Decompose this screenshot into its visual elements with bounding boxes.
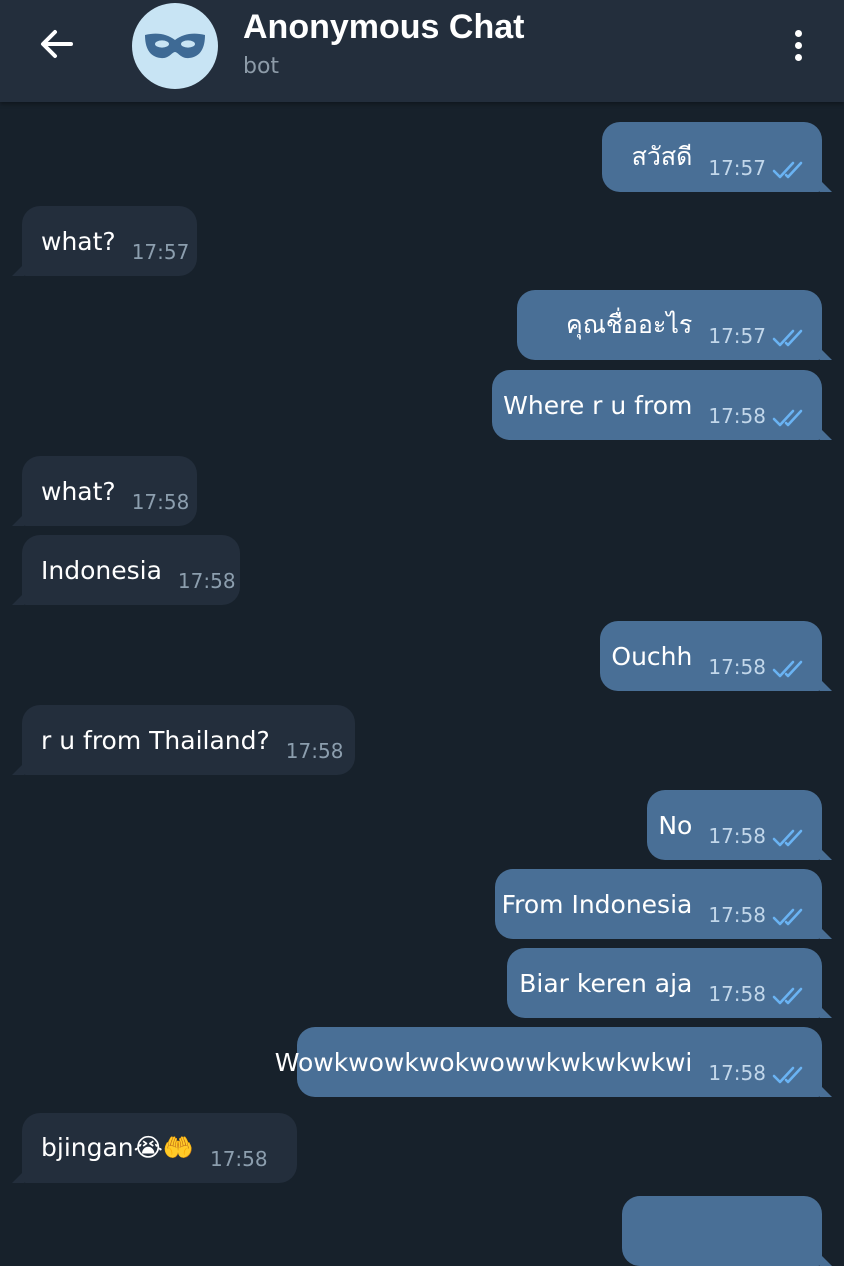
message-meta: 17:58 (132, 490, 190, 514)
message-bubble-incoming[interactable]: Indonesia 17:58 (12, 535, 240, 605)
more-vertical-icon (794, 29, 802, 37)
arrow-left-icon (41, 30, 73, 58)
message-bubble-outgoing[interactable]: No 17:58 (647, 790, 832, 860)
message-time: 17:57 (708, 324, 766, 348)
message-bubble-outgoing[interactable]: Ouchh 17:58 (600, 621, 832, 691)
message-text: สวัสดี (631, 142, 693, 171)
message-text: From Indonesia (501, 889, 693, 919)
message-time: 17:58 (708, 1061, 766, 1085)
mask-icon (145, 33, 205, 59)
message-bubble-outgoing[interactable]: From Indonesia 17:58 (495, 869, 832, 939)
message-time: 17:58 (285, 739, 344, 763)
message-time: 17:58 (708, 824, 766, 848)
message-bubble-outgoing[interactable]: Biar keren aja 17:58 (507, 948, 832, 1018)
message-time: 17:58 (708, 903, 766, 927)
avatar[interactable] (132, 3, 218, 89)
double-check-icon (772, 161, 803, 179)
message-bubble-outgoing[interactable]: คุณชื่ออะไร 17:57 (517, 290, 832, 360)
message-meta: 17:58 (708, 824, 808, 848)
message-meta: 17:58 (708, 1061, 808, 1085)
message-meta: 17:58 (286, 739, 344, 763)
message-text: Biar keren aja (519, 968, 693, 998)
message-text: what? (41, 476, 116, 506)
message-meta: 17:58 (708, 655, 808, 679)
message-bubble-incoming[interactable]: bjingan😭🤲 17:58 (12, 1113, 297, 1183)
message-meta: 17:58 (708, 404, 808, 428)
message-text: Ouchh (611, 641, 693, 671)
double-check-icon (772, 409, 803, 427)
message-bubble-outgoing-partial[interactable] (622, 1196, 832, 1266)
message-meta: 17:57 (708, 324, 808, 348)
message-time: 17:57 (708, 156, 766, 180)
double-check-icon (772, 660, 803, 678)
message-bubble-outgoing[interactable]: สวัสดี 17:57 (602, 122, 832, 192)
message-time: 17:58 (708, 982, 766, 1006)
chat-subtitle: bot (243, 54, 280, 79)
message-time: 17:58 (708, 655, 766, 679)
message-time: 17:57 (131, 240, 190, 264)
message-text: what? (41, 226, 116, 256)
message-list[interactable]: สวัสดี 17:57 what? 17:57 คุณชื่ออะไร 17:… (0, 102, 844, 1266)
message-time: 17:58 (708, 404, 766, 428)
message-meta: 17:58 (708, 903, 808, 927)
message-meta: 17:58 (708, 982, 808, 1006)
message-time: 17:58 (177, 569, 236, 593)
message-bubble-incoming[interactable]: what? 17:58 (12, 456, 197, 526)
message-bubble-outgoing[interactable]: Where r u from 17:58 (492, 370, 832, 440)
message-bubble-outgoing[interactable]: Wowkwowkwokwowwkwkwkwkwi 17:58 (275, 1027, 832, 1097)
double-check-icon (772, 329, 803, 347)
double-check-icon (772, 829, 803, 847)
message-text: r u from Thailand? (41, 725, 270, 755)
message-text: Where r u from (503, 390, 693, 420)
message-bubble-incoming[interactable]: r u from Thailand? 17:58 (12, 705, 355, 775)
message-text: คุณชื่ออะไร (566, 310, 693, 339)
more-vertical-icon-dot (794, 53, 802, 61)
message-text: No (658, 810, 693, 840)
back-button[interactable] (30, 22, 82, 66)
chat-header: Anonymous Chat bot (0, 0, 844, 102)
message-text: Wowkwowkwokwowwkwkwkwkwi (274, 1047, 693, 1077)
double-check-icon (772, 1066, 803, 1084)
message-meta: 17:58 (178, 569, 236, 593)
message-meta: 17:57 (132, 240, 190, 264)
message-text: Indonesia (41, 555, 162, 585)
message-bubble-incoming[interactable]: what? 17:57 (12, 206, 197, 276)
message-meta: 17:58 (210, 1147, 268, 1171)
double-check-icon (772, 908, 803, 926)
message-text: bjingan😭🤲 (41, 1133, 194, 1162)
message-meta: 17:57 (708, 156, 808, 180)
more-options-button[interactable] (780, 24, 816, 66)
chat-title[interactable]: Anonymous Chat (243, 8, 524, 47)
message-time: 17:58 (209, 1147, 268, 1171)
more-vertical-icon-dot (794, 41, 802, 49)
double-check-icon (772, 987, 803, 1005)
message-time: 17:58 (131, 490, 190, 514)
